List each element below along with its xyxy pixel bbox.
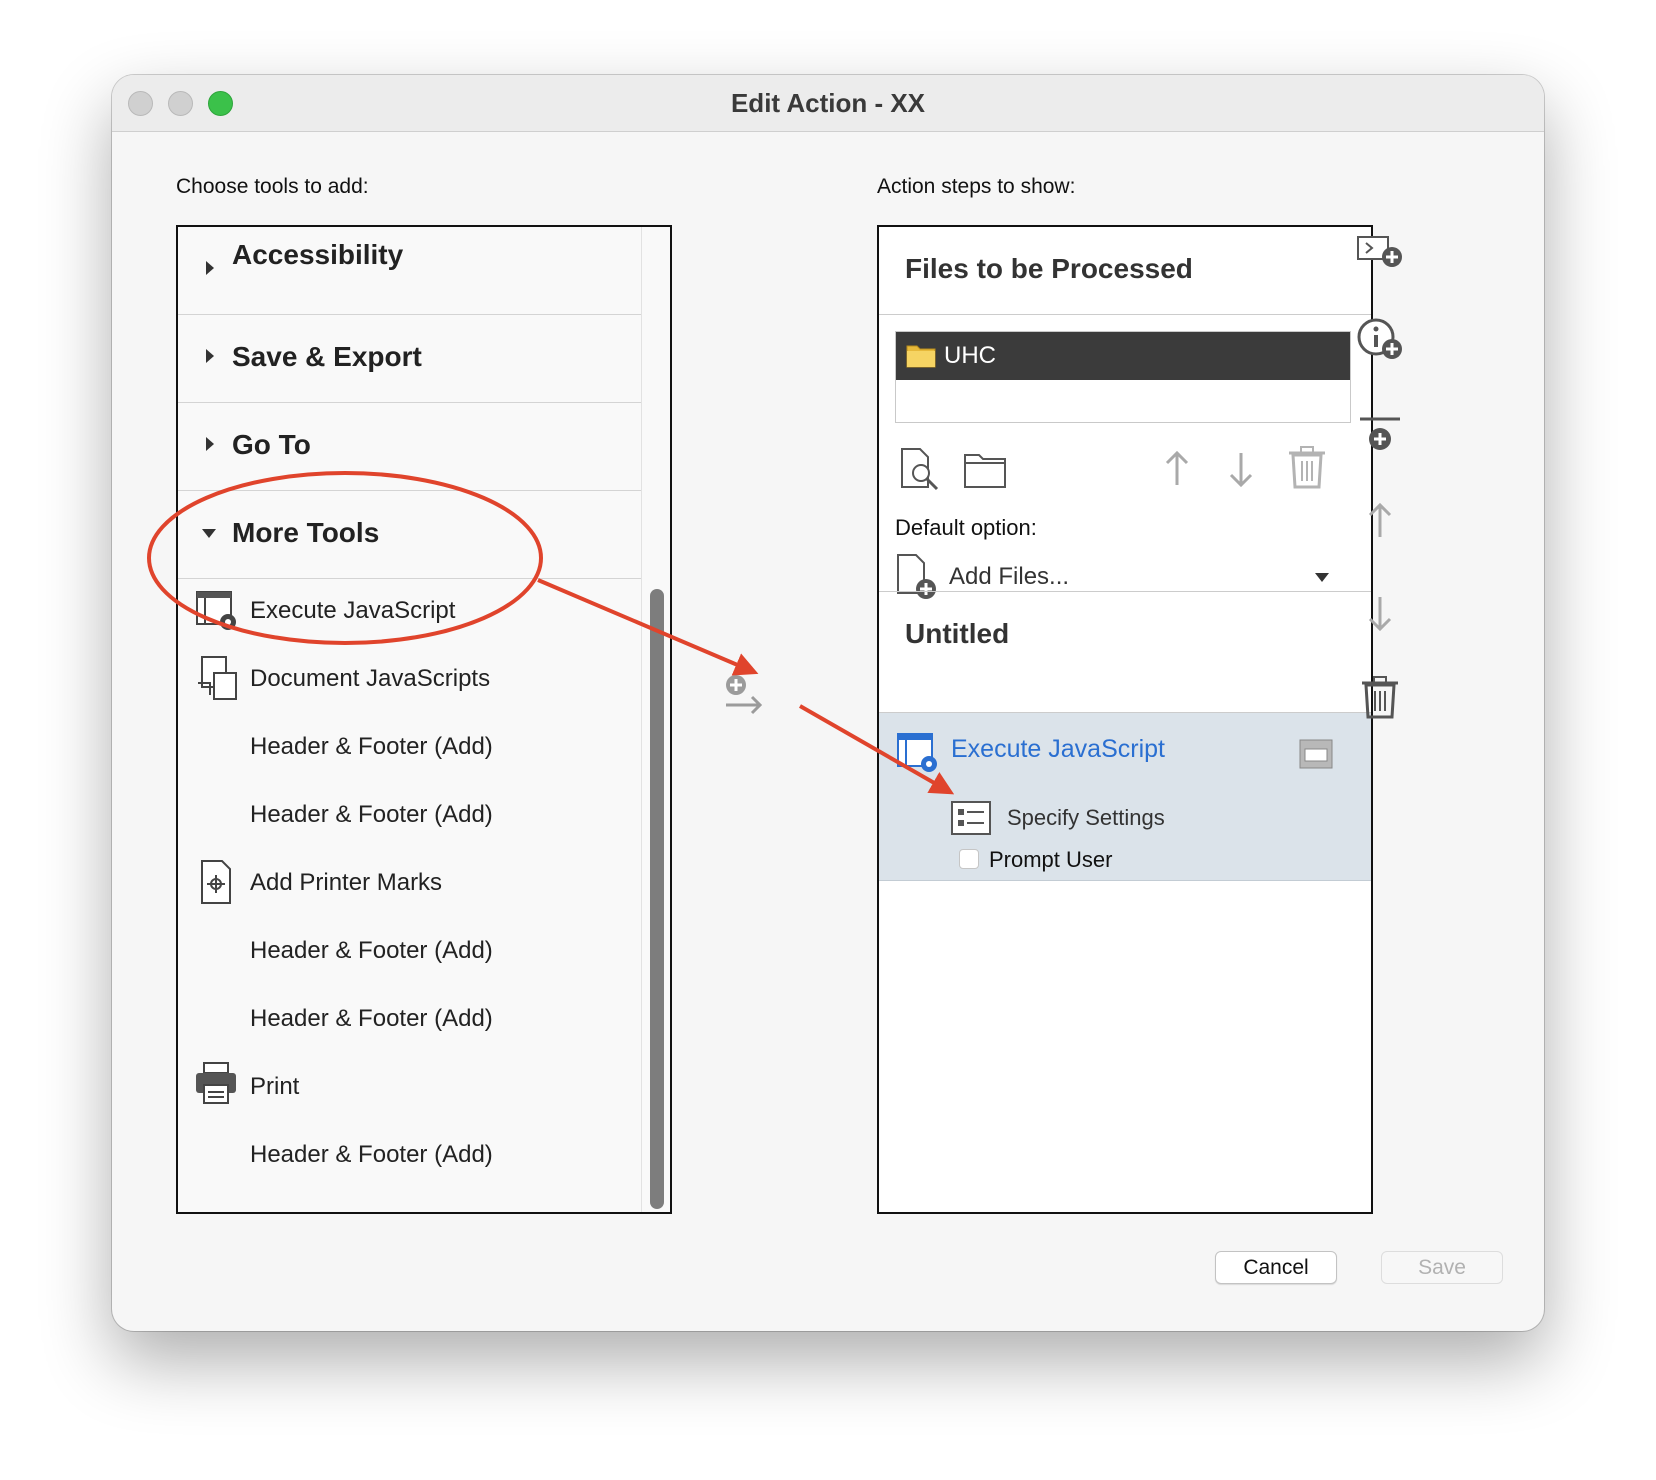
action-step-execute-javascript[interactable]: Execute JavaScript Specify Settings Prom…	[879, 713, 1371, 881]
section-title: Files to be Processed	[905, 253, 1193, 284]
tool-label: Header & Footer (Add)	[250, 937, 493, 964]
category-label: More Tools	[232, 517, 380, 548]
printer-marks-icon	[194, 857, 238, 909]
file-name: UHC	[944, 342, 996, 369]
prompt-user-label[interactable]: Prompt User	[989, 847, 1112, 873]
execute-javascript-icon	[895, 729, 941, 780]
expand-arrow-icon	[206, 349, 214, 363]
title-bar: Edit Action - XX	[112, 75, 1544, 132]
remove-file-trash-icon[interactable]	[1287, 445, 1327, 496]
save-button[interactable]: Save	[1381, 1251, 1503, 1284]
cancel-button[interactable]: Cancel	[1215, 1251, 1337, 1284]
printer-icon	[194, 1061, 238, 1113]
tools-list: Accessibility Save & Export Go To More T…	[176, 225, 672, 1214]
category-more-tools[interactable]: More Tools	[178, 491, 641, 579]
file-list[interactable]: UHC	[895, 331, 1351, 423]
tool-execute-javascript[interactable]: Execute JavaScript	[178, 579, 641, 649]
step-label: Execute JavaScript	[951, 735, 1165, 763]
tool-label: Document JavaScripts	[250, 665, 491, 692]
category-accessibility[interactable]: Accessibility	[178, 227, 641, 315]
default-option-label: Default option:	[895, 515, 1037, 540]
scrollbar-thumb[interactable]	[650, 589, 664, 1209]
tool-label: Header & Footer (Add)	[250, 733, 493, 760]
tool-add-printer-marks[interactable]: Add Printer Marks	[178, 851, 641, 921]
move-file-up-icon[interactable]	[1165, 449, 1189, 494]
category-label: Go To	[232, 429, 311, 460]
step-options-icon[interactable]	[1299, 739, 1333, 774]
category-label: Save & Export	[232, 341, 422, 372]
specify-settings-label[interactable]: Specify Settings	[1007, 805, 1165, 831]
tool-label: Add Printer Marks	[250, 869, 443, 896]
add-to-steps-icon[interactable]	[722, 673, 766, 717]
tool-label: Header & Footer (Add)	[250, 1141, 493, 1168]
edit-action-window: Edit Action - XX Choose tools to add: Ac…	[112, 75, 1544, 1331]
category-save-export[interactable]: Save & Export	[178, 315, 641, 403]
prompt-user-checkbox[interactable]	[959, 849, 979, 869]
add-instruction-icon[interactable]	[1356, 317, 1406, 368]
tool-label: Header & Footer (Add)	[250, 801, 493, 828]
action-steps-label: Action steps to show:	[877, 175, 1076, 198]
dropdown-value: Add Files...	[949, 563, 1070, 590]
files-to-process-header: Files to be Processed	[879, 227, 1371, 315]
tool-header-footer-add[interactable]: Header & Footer (Add)	[178, 783, 641, 853]
document-javascripts-icon	[194, 653, 238, 705]
tool-document-javascripts[interactable]: Document JavaScripts	[178, 647, 641, 717]
browse-file-icon[interactable]	[899, 447, 941, 496]
tool-header-footer-add[interactable]: Header & Footer (Add)	[178, 1123, 641, 1193]
choose-tools-label: Choose tools to add:	[176, 175, 369, 198]
file-item-selected[interactable]: UHC	[896, 332, 1350, 380]
untitled-section-header: Untitled	[879, 591, 1371, 713]
window-title: Edit Action - XX	[730, 88, 926, 118]
move-file-down-icon[interactable]	[1229, 449, 1253, 494]
action-steps-list: Files to be Processed UHC Default option…	[877, 225, 1373, 1214]
collapse-arrow-icon	[202, 529, 216, 538]
tool-label: Header & Footer (Add)	[250, 1005, 493, 1032]
move-step-down-icon[interactable]	[1368, 593, 1392, 638]
insert-menu-item-icon[interactable]	[1356, 231, 1406, 276]
section-title: Untitled	[905, 618, 1010, 649]
chevron-down-icon	[1315, 573, 1329, 582]
expand-arrow-icon	[206, 437, 214, 451]
execute-javascript-icon	[194, 587, 238, 639]
folder-icon	[906, 341, 936, 374]
add-panel-separator-icon[interactable]	[1358, 415, 1402, 460]
tool-header-footer-add[interactable]: Header & Footer (Add)	[178, 919, 641, 989]
expand-arrow-icon	[206, 261, 214, 275]
move-step-up-icon[interactable]	[1368, 501, 1392, 546]
delete-step-trash-icon[interactable]	[1360, 675, 1400, 726]
settings-list-icon	[951, 801, 991, 840]
tool-header-footer-add[interactable]: Header & Footer (Add)	[178, 715, 641, 785]
tool-print[interactable]: Print	[178, 1055, 641, 1125]
tool-label: Print	[250, 1073, 300, 1100]
category-go-to[interactable]: Go To	[178, 403, 641, 491]
tool-label: Execute JavaScript	[250, 597, 456, 624]
open-folder-icon[interactable]	[963, 451, 1007, 494]
category-label: Accessibility	[232, 239, 404, 270]
tool-header-footer-add[interactable]: Header & Footer (Add)	[178, 987, 641, 1057]
